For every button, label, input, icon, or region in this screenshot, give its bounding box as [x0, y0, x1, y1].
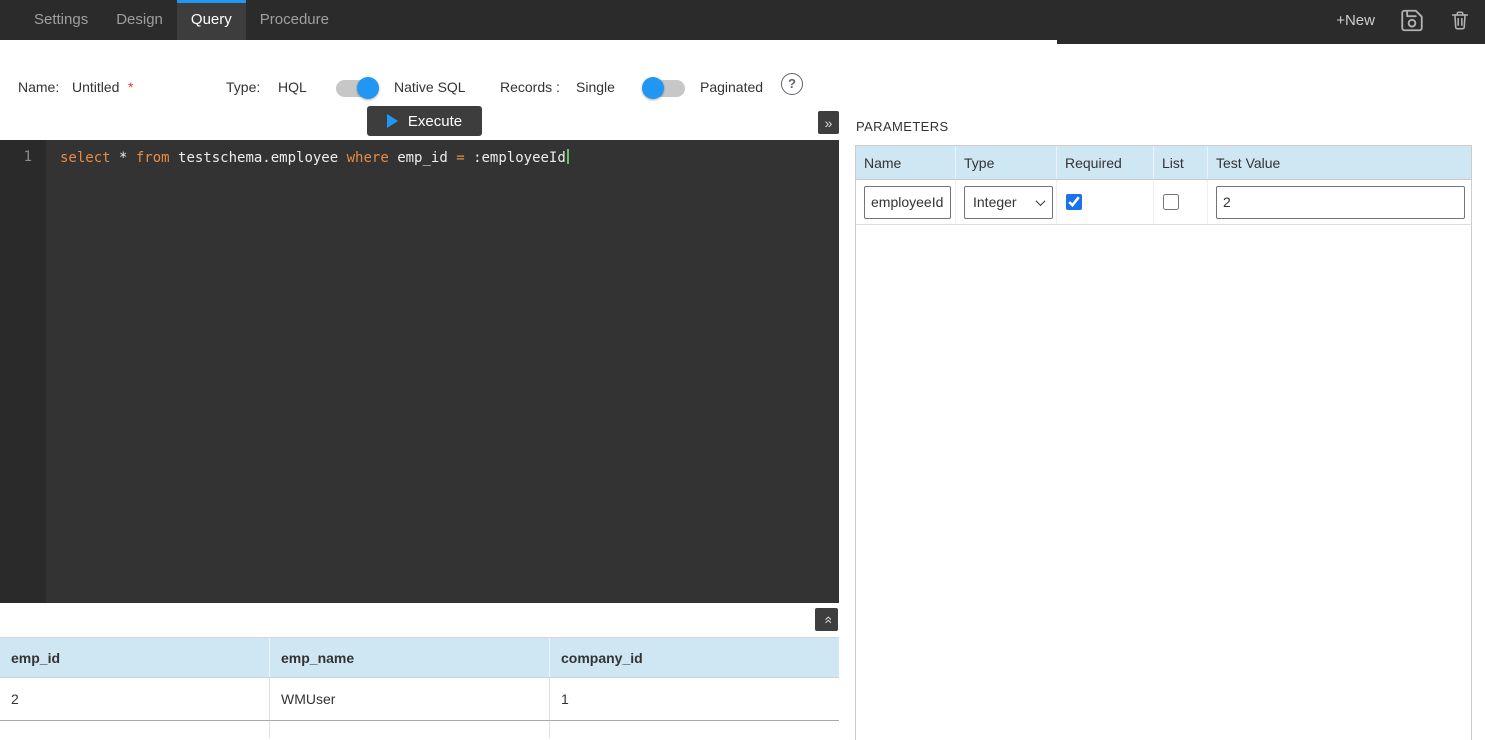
- double-chevron-up-icon: »: [818, 616, 834, 624]
- query-form-row: Name: Untitled * Type: HQL Native SQL Re…: [0, 70, 845, 106]
- sql-text: testschema.employee: [170, 150, 347, 166]
- result-cell-emp-id: 2: [0, 678, 270, 720]
- type-option-native-sql[interactable]: Native SQL: [394, 79, 466, 95]
- tab-bar: Settings Design Query Procedure: [20, 0, 1485, 40]
- required-asterisk: *: [128, 79, 133, 95]
- type-toggle[interactable]: [336, 80, 378, 97]
- param-column-type: Type: [956, 146, 1057, 179]
- parameters-title: PARAMETERS: [856, 119, 949, 134]
- tab-settings[interactable]: Settings: [20, 0, 102, 40]
- param-column-required: Required: [1057, 146, 1154, 179]
- records-label: Records :: [500, 79, 560, 95]
- records-toggle[interactable]: [643, 80, 685, 97]
- parameter-row: Integer: [856, 180, 1471, 225]
- line-number: 1: [24, 149, 32, 165]
- param-column-name: Name: [856, 146, 956, 179]
- records-toggle-knob: [642, 77, 664, 99]
- top-header-bar: Settings Design Query Procedure +New: [0, 0, 1485, 40]
- records-option-single[interactable]: Single: [576, 79, 615, 95]
- execute-label: Execute: [408, 113, 462, 130]
- parameters-header-row: Name Type Required List Test Value: [856, 146, 1471, 180]
- sql-keyword: where: [347, 150, 389, 166]
- help-icon[interactable]: ?: [781, 73, 803, 95]
- param-name-input[interactable]: [864, 186, 951, 219]
- tab-procedure[interactable]: Procedure: [246, 0, 343, 40]
- param-type-value: Integer: [973, 194, 1017, 210]
- save-icon[interactable]: [1399, 7, 1425, 34]
- sql-editor: 1 select * from testschema.employee wher…: [0, 140, 839, 603]
- double-chevron-right-icon: »: [825, 115, 833, 131]
- param-required-checkbox[interactable]: [1066, 194, 1082, 210]
- sql-keyword: from: [136, 150, 170, 166]
- header-actions: +New: [1336, 0, 1471, 40]
- sql-text: *: [111, 150, 136, 166]
- results-column-header: emp_name: [270, 638, 550, 677]
- query-designer-app: Settings Design Query Procedure +New: [0, 0, 1485, 740]
- delete-icon[interactable]: [1449, 7, 1471, 34]
- new-query-button[interactable]: +New: [1336, 12, 1375, 29]
- type-option-hql[interactable]: HQL: [278, 79, 307, 95]
- tab-query[interactable]: Query: [177, 0, 246, 40]
- chevron-down-icon: [1036, 196, 1046, 206]
- result-cell-company-id: 1: [550, 678, 839, 720]
- results-table: emp_id emp_name company_id 2 WMUser 1: [0, 637, 839, 738]
- execute-button[interactable]: Execute: [367, 106, 482, 136]
- results-column-header: emp_id: [0, 638, 270, 677]
- results-empty-row: [0, 721, 839, 738]
- header-extension-strip: [1057, 40, 1485, 44]
- expand-panel-button[interactable]: »: [818, 111, 839, 134]
- table-row: 2 WMUser 1: [0, 678, 839, 721]
- param-column-list: List: [1154, 146, 1208, 179]
- type-toggle-knob: [357, 77, 379, 99]
- records-option-paginated[interactable]: Paginated: [700, 79, 763, 95]
- results-header-row: emp_id emp_name company_id: [0, 637, 839, 678]
- name-value[interactable]: Untitled: [72, 79, 119, 95]
- param-list-checkbox[interactable]: [1163, 194, 1179, 210]
- tab-design[interactable]: Design: [102, 0, 177, 40]
- param-test-value-input[interactable]: [1216, 186, 1465, 219]
- sql-text: :employeeId: [465, 150, 566, 166]
- sql-keyword: select: [60, 150, 111, 166]
- collapse-results-button[interactable]: »: [815, 608, 838, 631]
- code-editor-area[interactable]: select * from testschema.employee where …: [46, 140, 839, 603]
- play-icon: [387, 114, 398, 128]
- text-cursor: [567, 149, 569, 164]
- type-label: Type:: [226, 79, 260, 95]
- results-column-header: company_id: [550, 638, 839, 677]
- sql-text: emp_id: [389, 150, 456, 166]
- result-cell-emp-name: WMUser: [270, 678, 550, 720]
- name-label: Name:: [18, 79, 59, 95]
- sql-keyword: =: [456, 150, 464, 166]
- parameters-table: Name Type Required List Test Value Integ…: [855, 145, 1472, 740]
- param-type-select[interactable]: Integer: [964, 186, 1053, 219]
- param-column-test-value: Test Value: [1208, 146, 1471, 179]
- editor-gutter: 1: [0, 140, 46, 603]
